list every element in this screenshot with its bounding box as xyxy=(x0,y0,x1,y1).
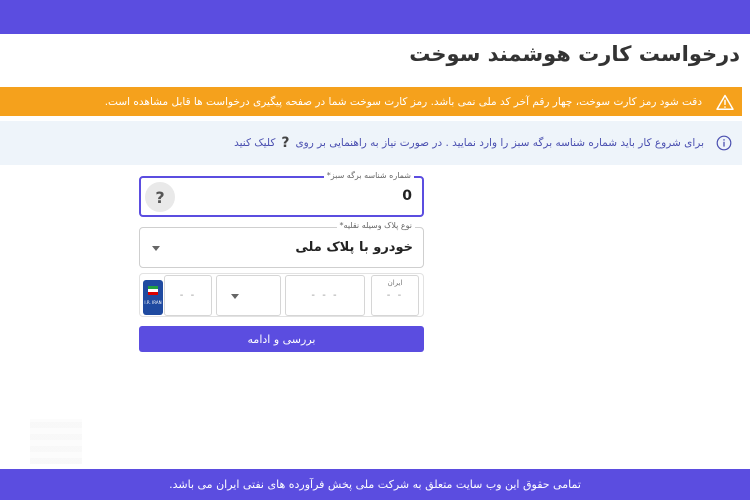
iran-flag-icon xyxy=(148,286,158,295)
plate-two-digit-input[interactable]: - - xyxy=(164,275,212,316)
top-header-bar xyxy=(0,0,750,34)
info-icon xyxy=(716,135,732,151)
review-continue-button[interactable]: بررسی و ادامه xyxy=(139,326,424,352)
warning-text: دقت شود رمز کارت سوخت، چهار رقم آخر کد م… xyxy=(104,95,702,108)
license-plate-input: ایران - - - - - - - I.R. IRAN xyxy=(139,273,424,317)
flag-text: I.R. IRAN xyxy=(144,300,162,305)
plate-two-placeholder: - - xyxy=(179,290,197,301)
plate-three-digit-input[interactable]: - - - xyxy=(285,275,365,316)
faint-placeholder-image xyxy=(30,419,82,464)
guide-link[interactable]: کلیک کنید xyxy=(234,137,275,149)
help-button[interactable]: ? xyxy=(145,182,175,212)
sticker-number-value[interactable]: 0 xyxy=(402,188,412,204)
plate-three-placeholder: - - - xyxy=(311,290,339,301)
warning-icon xyxy=(716,94,734,110)
info-text: برای شروع کار باید شماره شناسه برگه سبز … xyxy=(295,137,704,149)
sticker-number-field[interactable]: شماره شناسه برگه سبز* 0 ? xyxy=(139,171,424,217)
chevron-down-icon xyxy=(152,246,160,251)
iran-flag-badge: I.R. IRAN xyxy=(143,280,163,315)
plate-iran-code-input[interactable]: ایران - - xyxy=(371,275,419,316)
chevron-down-icon xyxy=(231,294,239,299)
question-icon: ? xyxy=(281,135,290,151)
plate-letter-select[interactable] xyxy=(216,275,281,316)
info-alert: برای شروع کار باید شماره شناسه برگه سبز … xyxy=(0,121,742,165)
plate-iran-label: ایران xyxy=(387,279,403,287)
plate-type-label: نوع پلاک وسیله نقلیه* xyxy=(336,221,415,230)
plate-type-select[interactable]: نوع پلاک وسیله نقلیه* خودرو با پلاک ملی xyxy=(139,221,424,268)
footer: تمامی حقوق این وب سایت متعلق به شرکت ملی… xyxy=(0,469,750,500)
plate-iran-placeholder: - - xyxy=(386,290,404,301)
page-title: درخواست کارت هوشمند سوخت xyxy=(409,42,740,66)
warning-alert: دقت شود رمز کارت سوخت، چهار رقم آخر کد م… xyxy=(0,87,742,116)
plate-type-value: خودرو با پلاک ملی xyxy=(295,240,413,255)
sticker-number-label: شماره شناسه برگه سبز* xyxy=(323,171,414,180)
footer-text: تمامی حقوق این وب سایت متعلق به شرکت ملی… xyxy=(169,478,581,491)
